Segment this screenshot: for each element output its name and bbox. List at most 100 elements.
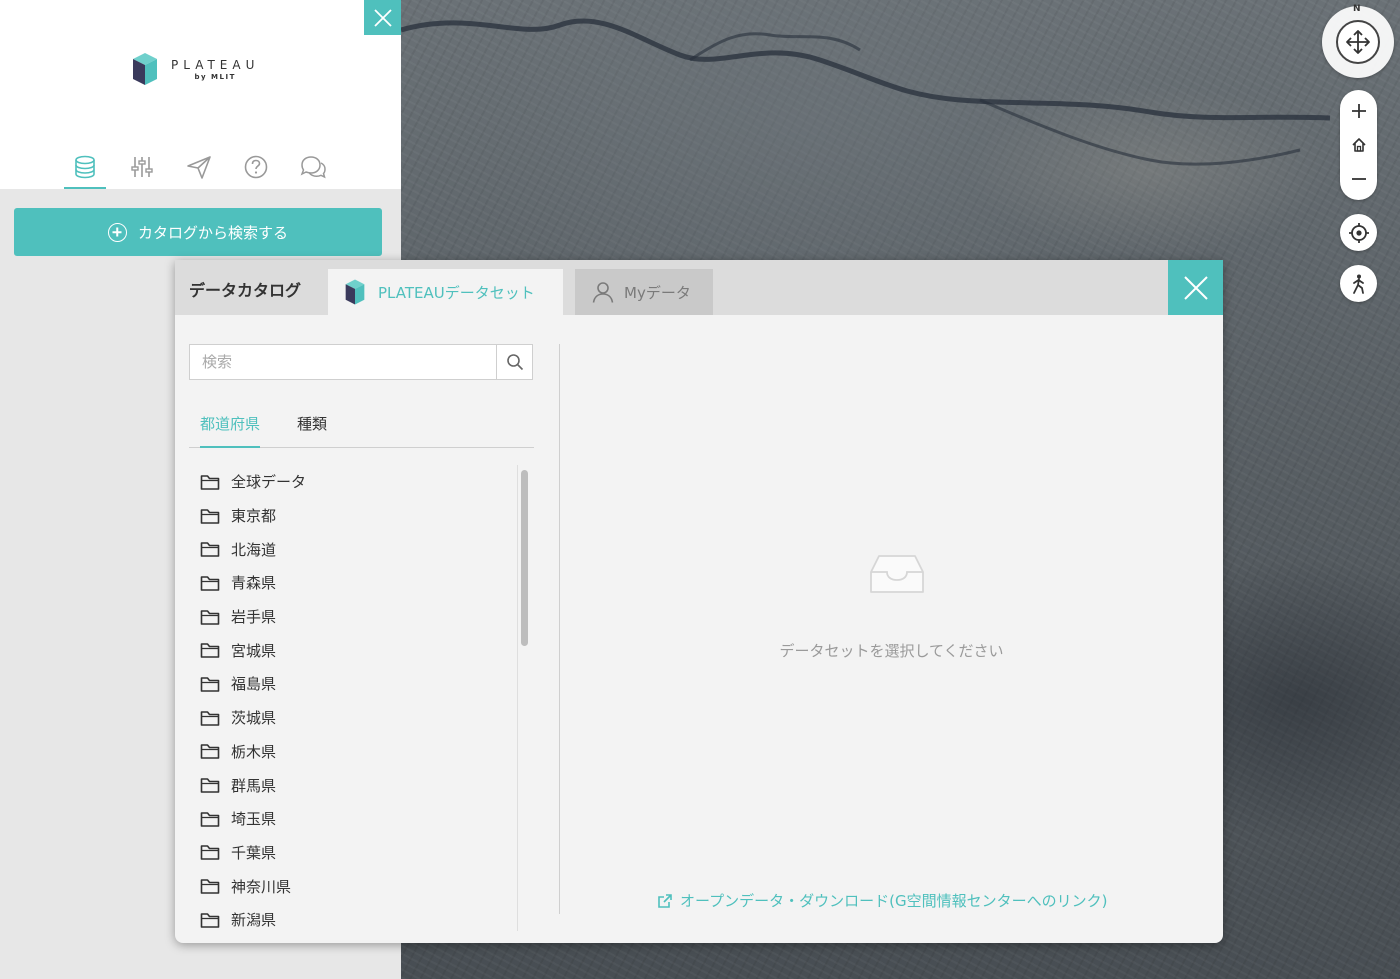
database-icon xyxy=(74,155,95,179)
tab-type[interactable]: 種類 xyxy=(297,400,327,447)
tab-settings[interactable] xyxy=(113,148,170,189)
compass-north-label: N xyxy=(1353,4,1361,14)
folder-icon xyxy=(200,508,220,524)
tab-help[interactable] xyxy=(227,148,284,189)
folder-item[interactable]: 青森県 xyxy=(189,566,519,600)
tab-type-label: 種類 xyxy=(297,415,328,433)
scrollbar-thumb[interactable] xyxy=(521,470,528,646)
folder-item[interactable]: 岩手県 xyxy=(189,600,519,634)
send-icon xyxy=(186,156,211,179)
home-button[interactable] xyxy=(1344,130,1374,160)
folder-icon xyxy=(200,879,220,894)
empty-message: データセットを選択してください xyxy=(779,642,1004,660)
folder-icon xyxy=(200,744,220,760)
search-box xyxy=(189,344,533,380)
folder-list: 全球データ東京都北海道青森県岩手県宮城県福島県茨城県栃木県群馬県埼玉県千葉県神奈… xyxy=(189,465,519,935)
tab-plateau-dataset-label: PLATEAUデータセット xyxy=(378,283,535,302)
folder-item[interactable]: 新潟県 xyxy=(189,903,519,935)
external-link-icon xyxy=(658,893,672,908)
folder-item[interactable]: 東京都 xyxy=(189,499,519,533)
tab-my-data[interactable]: Myデータ xyxy=(575,269,713,315)
folder-icon xyxy=(200,912,220,928)
folder-icon xyxy=(200,778,220,793)
folder-item[interactable]: 茨城県 xyxy=(189,701,519,735)
folder-item-label: 青森県 xyxy=(231,574,277,593)
folder-item[interactable]: 神奈川県 xyxy=(189,869,519,903)
folder-item-label: 埼玉県 xyxy=(231,810,277,829)
folder-item-label: 新潟県 xyxy=(231,911,277,930)
folder-icon xyxy=(200,475,220,490)
plateau-logo-icon xyxy=(345,279,365,305)
folder-item-label: 千葉県 xyxy=(231,843,277,862)
folder-item[interactable]: 福島県 xyxy=(189,667,519,701)
pedestrian-button[interactable] xyxy=(1340,265,1377,302)
filter-tabs: 都道府県 種類 xyxy=(189,400,534,448)
locate-button[interactable] xyxy=(1340,214,1377,251)
folder-item[interactable]: 群馬県 xyxy=(189,768,519,802)
folder-item-label: 北海道 xyxy=(231,540,277,559)
locate-icon xyxy=(1348,222,1369,243)
folder-item-label: 栃木県 xyxy=(231,742,277,761)
column-divider xyxy=(559,344,560,914)
folder-icon xyxy=(200,542,220,558)
sliders-icon xyxy=(130,157,153,177)
modal-close-button[interactable] xyxy=(1168,260,1223,315)
modal-title: データカタログ xyxy=(189,281,302,300)
folder-icon xyxy=(200,576,220,591)
folder-item-label: 神奈川県 xyxy=(231,877,292,896)
open-data-download-link[interactable]: オープンデータ・ダウンロード(G空間情報センターへのリンク) xyxy=(657,890,1107,911)
search-button[interactable] xyxy=(496,345,532,379)
close-icon xyxy=(373,8,392,27)
open-data-download-label: オープンデータ・ダウンロード(G空間情報センターへのリンク) xyxy=(680,892,1108,910)
folder-icon xyxy=(200,609,220,625)
catalog-search-button-label: カタログから検索する xyxy=(137,223,288,242)
folder-icon xyxy=(200,677,220,692)
catalog-search-button[interactable]: カタログから検索する xyxy=(14,208,382,256)
folder-item-label: 福島県 xyxy=(231,675,277,694)
sidebar-header: PLATEAU by MLIT xyxy=(0,0,401,189)
folder-item[interactable]: 埼玉県 xyxy=(189,802,519,836)
zoom-in-button[interactable] xyxy=(1344,96,1374,126)
folder-item[interactable]: 全球データ xyxy=(189,465,519,499)
zoom-out-button[interactable] xyxy=(1344,164,1374,194)
folder-item-label: 茨城県 xyxy=(231,709,277,728)
sidebar-menu-tabs xyxy=(56,148,346,189)
plus-circle-icon xyxy=(107,222,127,242)
tab-prefecture[interactable]: 都道府県 xyxy=(200,400,261,448)
folder-icon xyxy=(200,643,220,659)
sidebar-close-button[interactable] xyxy=(364,0,401,35)
close-icon xyxy=(1183,275,1208,300)
folder-item-label: 岩手県 xyxy=(231,608,277,627)
folder-item-label: 東京都 xyxy=(231,507,277,526)
folder-item[interactable]: 栃木県 xyxy=(189,735,519,769)
zoom-controls xyxy=(1340,90,1377,200)
compass-pan-handle[interactable] xyxy=(1336,20,1380,64)
tab-share[interactable] xyxy=(170,148,227,189)
folder-icon xyxy=(200,845,220,861)
plateau-logo-icon xyxy=(133,53,157,85)
data-catalog-modal: データカタログ PLATEAUデータセット Myデータ 検索 都道府県 種類 全… xyxy=(175,260,1223,943)
help-icon xyxy=(244,155,267,179)
folder-item-label: 全球データ xyxy=(231,473,307,492)
tab-plateau-dataset[interactable]: PLATEAUデータセット xyxy=(328,269,563,315)
scroll-track xyxy=(517,465,518,931)
home-icon xyxy=(1351,138,1366,152)
chat-icon xyxy=(300,156,326,179)
folder-item[interactable]: 千葉県 xyxy=(189,836,519,870)
search-input[interactable] xyxy=(190,345,496,379)
folder-icon xyxy=(200,710,220,726)
plateau-logo: PLATEAU by MLIT xyxy=(131,51,259,87)
zoom-in-icon xyxy=(1351,104,1366,118)
empty-inbox-icon xyxy=(869,552,925,600)
zoom-out-icon xyxy=(1351,178,1366,180)
search-icon xyxy=(506,354,523,371)
tab-feedback[interactable] xyxy=(284,148,341,189)
folder-item[interactable]: 宮城県 xyxy=(189,633,519,667)
tab-data[interactable] xyxy=(56,148,113,189)
compass[interactable]: N xyxy=(1322,4,1394,78)
tab-my-data-label: Myデータ xyxy=(624,283,691,302)
folder-item[interactable]: 北海道 xyxy=(189,532,519,566)
tab-prefecture-label: 都道府県 xyxy=(200,415,261,433)
folder-item-label: 宮城県 xyxy=(231,641,277,660)
logo-word: PLATEAU xyxy=(171,57,260,72)
